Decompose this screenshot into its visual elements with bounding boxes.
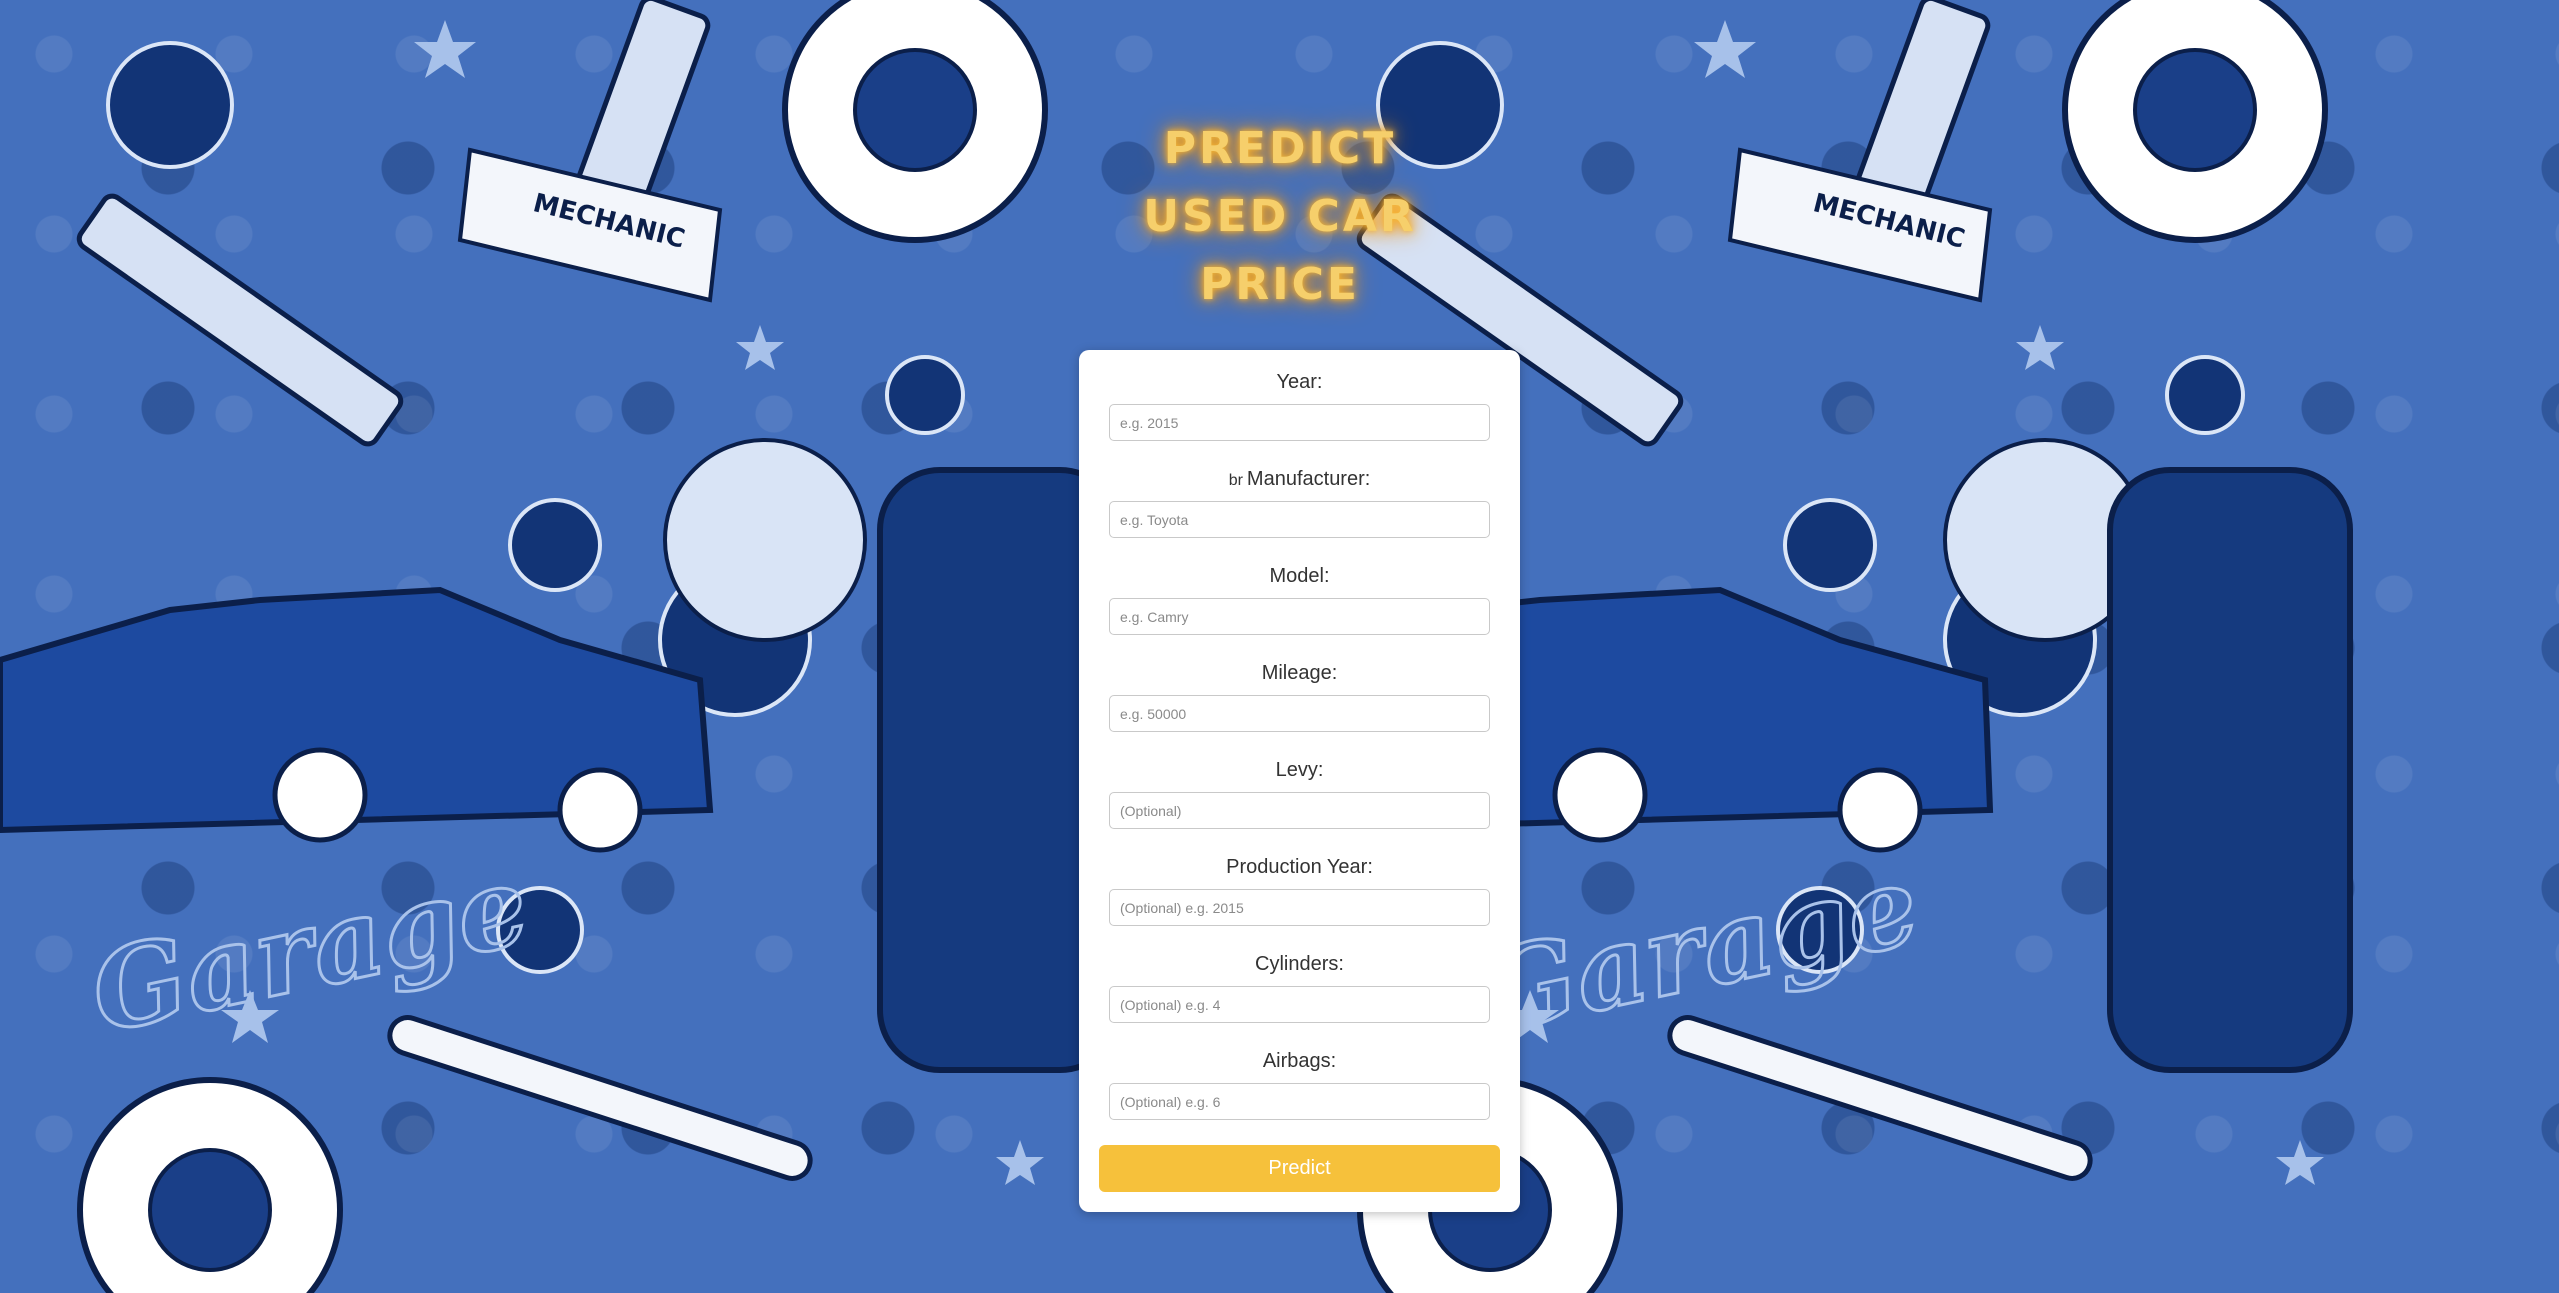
manufacturer-label-text: Manufacturer: (1246, 468, 1371, 490)
gear-icon (885, 355, 965, 435)
title-line-2: USED CAR (1143, 191, 1417, 242)
cylinders-field-group: Cylinders: (1109, 950, 1490, 1023)
production-year-input[interactable] (1109, 889, 1490, 926)
airbags-field-group: Airbags: (1109, 1047, 1490, 1120)
levy-label: Levy: (1275, 759, 1324, 781)
wrench-icon (1667, 1015, 2093, 1181)
mileage-label: Mileage: (1261, 662, 1338, 684)
title-line-1: PREDICT (1163, 123, 1397, 174)
brake-disc-icon (663, 438, 867, 642)
model-label: Model: (1269, 565, 1330, 587)
wrench-icon (387, 1015, 813, 1181)
manufacturer-label-prefix: br (1228, 472, 1243, 489)
manufacturer-label: br Manufacturer: (1109, 465, 1490, 493)
star-icon (2276, 1140, 2324, 1185)
mileage-field-group: Mileage: (1109, 659, 1490, 732)
engine-icon (2107, 467, 2353, 1073)
star-icon (996, 1140, 1044, 1185)
production-year-label: Production Year: (1226, 856, 1373, 878)
production-year-field-group: Production Year: (1109, 853, 1490, 926)
gear-icon (1783, 498, 1877, 592)
gear-icon (2165, 355, 2245, 435)
levy-field-group: Levy: (1109, 756, 1490, 829)
model-input[interactable] (1109, 598, 1490, 635)
cylinders-input[interactable] (1109, 986, 1490, 1023)
year-label: Year: (1276, 371, 1323, 393)
year-input[interactable] (1109, 404, 1490, 441)
year-field-group: Year: (1109, 368, 1490, 441)
star-icon (1694, 20, 1756, 78)
airbags-input[interactable] (1109, 1083, 1490, 1120)
page-title: PREDICT USED CAR PRICE (1100, 115, 1460, 319)
manufacturer-input[interactable] (1109, 501, 1490, 538)
star-icon (414, 20, 476, 78)
star-icon (736, 325, 784, 370)
predict-button[interactable]: Predict (1099, 1145, 1500, 1192)
mileage-input[interactable] (1109, 695, 1490, 732)
gear-icon (508, 498, 602, 592)
gear-icon (106, 41, 234, 169)
star-icon (2016, 325, 2064, 370)
prediction-form: Year: brManufacturer: Model: Mileage: Le… (1079, 350, 1520, 1212)
airbags-label: Airbags: (1262, 1050, 1337, 1072)
garage-script-text: Garage (80, 840, 539, 1058)
levy-input[interactable] (1109, 792, 1490, 829)
spark-plug-icon (76, 193, 404, 447)
title-line-3: PRICE (1200, 259, 1360, 310)
manufacturer-field-group: br Manufacturer: (1109, 465, 1490, 538)
cylinders-label: Cylinders: (1255, 953, 1344, 975)
model-field-group: Model: (1109, 562, 1490, 635)
